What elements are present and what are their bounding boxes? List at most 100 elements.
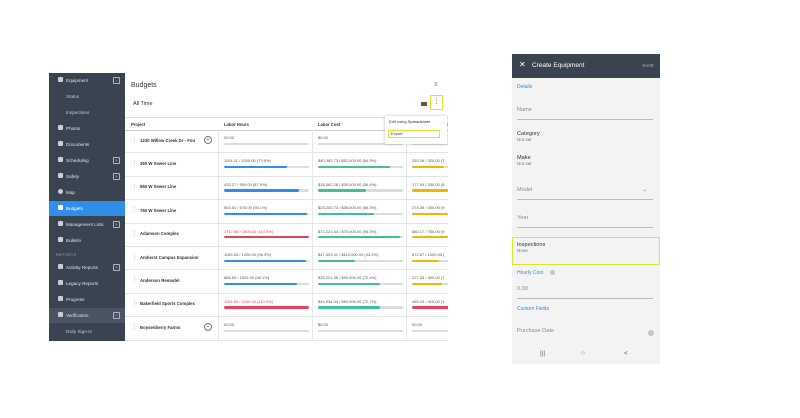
labor-hours-bar-fill [224, 259, 306, 262]
sidebar-item-daily-sign-in[interactable]: Daily Sign-In [49, 324, 125, 339]
project-name[interactable]: Amherst Campus Expansion [140, 255, 199, 260]
project-name[interactable]: Anderson Remodel [140, 278, 179, 283]
hourly-cost-field[interactable]: 0.00 [517, 286, 653, 299]
table-row[interactable]: ⋮ Bakerfield Sports Complex 1154.50 / 1040… [125, 292, 448, 318]
project-name[interactable]: Boysenberry Farms [140, 325, 180, 330]
sidebar-item-progress[interactable]: Progress [49, 292, 125, 307]
labor-hours-bar [224, 212, 309, 216]
equipment-value: 227.05 / 300.00 (7 [412, 275, 445, 281]
sidebar-item-photos[interactable]: Photos [49, 121, 125, 136]
row-menu-icon[interactable]: ⋮ [132, 160, 137, 166]
labor-cost-cell: $0.00 [312, 316, 407, 340]
project-name[interactable]: Adamson Complex [140, 231, 179, 236]
column-header-labor-cost[interactable]: Labor Cost [318, 122, 340, 127]
info-icon[interactable] [550, 270, 555, 275]
sidebar-item-status[interactable]: Status [49, 89, 125, 104]
row-menu-icon[interactable]: ⋮ [132, 184, 137, 190]
labor-hours-bar-fill [224, 212, 308, 216]
row-menu-icon[interactable]: ⋮ [132, 137, 137, 143]
expand-icon[interactable]: + [113, 156, 120, 164]
table-row[interactable]: ⋮ Adamson Complex 1717.58 / 1500.00 (114.5… [125, 222, 448, 247]
row-menu-icon[interactable]: ⋮ [132, 254, 137, 260]
row-menu-icon[interactable]: ⋮ [132, 231, 137, 237]
labor-cost-cell: $72,221.64 / $75,000.00 (96.3%) [312, 222, 407, 246]
recent-apps-icon[interactable]: ||| [540, 350, 545, 357]
labor-cost-value: $47,423.41 / $110,000.00 (43.2%) [318, 252, 379, 257]
sidebar-item-map[interactable]: Map [49, 185, 125, 200]
project-name[interactable]: Bakerfield Sports Complex [140, 301, 195, 306]
calendar-icon[interactable] [648, 330, 654, 336]
labor-hours-cell: 1154.50 / 1040.00 (110.0%) [218, 292, 313, 317]
table-row[interactable]: ⋮ 760 W Sewer Line 563.51 / 575.00 (98.1%)… [125, 199, 448, 224]
collapse-icon[interactable]: - [113, 311, 120, 319]
row-menu-icon[interactable]: ⋮ [132, 324, 137, 330]
category-value: Not set [517, 137, 532, 142]
labor-cost-bar [318, 212, 403, 216]
row-menu-icon[interactable]: ⋮ [132, 301, 137, 307]
sidebar-item-legacy-reports[interactable]: Legacy Reports [49, 276, 125, 291]
expand-icon[interactable]: + [113, 220, 120, 228]
category-field[interactable]: Category Not set [517, 131, 653, 142]
date-filter[interactable]: All Time [131, 99, 448, 112]
sidebar-item-budgets[interactable]: Budgets [49, 201, 125, 216]
labor-hours-bar-fill [224, 236, 309, 239]
add-budget-icon[interactable]: + [204, 136, 212, 144]
table-row[interactable]: ⋮ Anderson Remodel 865.50 / 1005.00 (86.1%… [125, 269, 448, 294]
sidebar-item-management-lists[interactable]: Management Lists + [49, 217, 125, 232]
sidebar-item-label: Verification [66, 313, 89, 318]
save-button[interactable]: SAVE [642, 63, 654, 68]
expand-icon[interactable]: + [113, 172, 120, 180]
card-view-icon[interactable] [421, 102, 427, 106]
sidebar-item-inspections[interactable]: Inspections [49, 105, 125, 120]
sidebar: Equipment - Status Inspections Photos Do… [49, 73, 125, 341]
sidebar-item-label: Inspections [66, 110, 90, 115]
labor-cost-value: $72,221.64 / $75,000.00 (96.3%) [318, 228, 377, 234]
close-icon[interactable]: ✕ [519, 60, 526, 69]
make-field[interactable]: Make Not set [517, 155, 653, 166]
model-dropdown[interactable]: Model ⌄ [517, 187, 653, 200]
list-view-icon[interactable]: ≡ [434, 82, 438, 88]
project-name[interactable]: 560 W Sewer Line [140, 184, 176, 189]
make-value: Not set [517, 161, 532, 166]
row-menu-icon[interactable]: ⋮ [132, 207, 137, 213]
sidebar-item-verification[interactable]: Verification - [49, 308, 125, 323]
labor-cost-bar-fill [318, 259, 355, 262]
column-header-project[interactable]: Project [131, 122, 145, 127]
progress-check-icon [58, 296, 63, 301]
labor-hours-value: 00.00 [224, 135, 235, 140]
sidebar-item-documents[interactable]: Documents [49, 137, 125, 152]
sidebar-item-label: Legacy Reports [66, 281, 99, 286]
project-name[interactable]: 760 W Sewer Line [140, 208, 176, 213]
table-row[interactable]: ⋮ Boysenberry Farms +00.00 $0.00 00.00 [125, 316, 448, 341]
sidebar-item-activity-reports[interactable]: Activity Reports + [49, 260, 125, 275]
sidebar-item-safety[interactable]: Safety + [49, 169, 125, 184]
sidebar-item-bulletin[interactable]: Bulletin [49, 233, 125, 248]
menu-item-export[interactable]: Export [388, 130, 440, 138]
row-menu-icon[interactable]: ⋮ [132, 277, 137, 283]
table-row[interactable]: ⋮ 360 W Sewer Line 1104.11 / 1500.00 (73.6… [125, 152, 448, 177]
collapse-icon[interactable]: - [113, 76, 120, 84]
project-name[interactable]: 1230 Willow Creek Dr - Fou [140, 138, 195, 143]
name-field[interactable]: Name [517, 107, 653, 120]
expand-icon[interactable]: + [113, 263, 120, 271]
menu-item-edit-spreadsheet[interactable]: Edit using Spreadsheet [389, 119, 430, 124]
project-name[interactable]: 360 W Sewer Line [140, 161, 176, 166]
inspections-field[interactable]: Inspections None [517, 242, 653, 253]
equipment-cell: 672.67 / 1000.00 ( [406, 246, 448, 270]
sidebar-item-scheduling[interactable]: Scheduling + [49, 153, 125, 168]
table-row[interactable]: ⋮ 560 W Sewer Line 433.27 / 500.00 (87.9%)… [125, 175, 448, 201]
equipment-bar [412, 329, 448, 333]
hourly-cost-value: 0.00 [517, 286, 528, 292]
sidebar-item-label: Documents [66, 142, 90, 147]
labor-hours-bar-fill [224, 282, 298, 286]
back-icon[interactable]: < [624, 350, 628, 357]
year-field[interactable]: Year [517, 215, 653, 228]
more-options-button[interactable]: ⋮ [430, 95, 443, 110]
add-budget-icon[interactable]: + [204, 323, 212, 332]
labor-hours-cell: 1104.11 / 1500.00 (73.6%) [218, 152, 313, 176]
home-icon[interactable]: ○ [581, 350, 585, 357]
column-header-labor-hours[interactable]: Labor Hours [224, 122, 249, 127]
sidebar-item-equipment[interactable]: Equipment - [49, 73, 125, 88]
table-row[interactable]: ⋮ Amherst Campus Expansion 1165.53 / 1200.… [125, 246, 448, 271]
purchase-date-field[interactable]: Purchase Date [517, 328, 653, 334]
